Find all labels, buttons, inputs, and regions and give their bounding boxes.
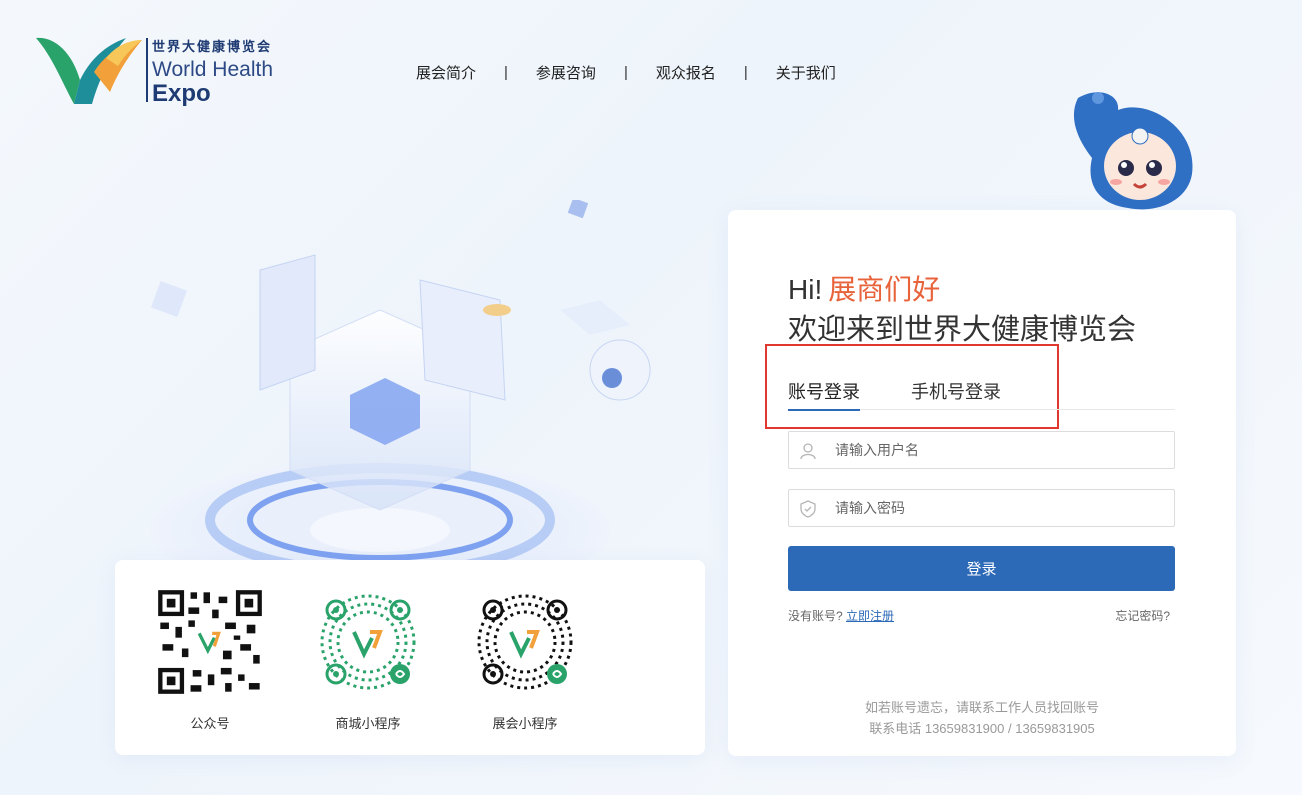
- nav-item-about-expo[interactable]: 展会简介: [416, 62, 476, 83]
- qr-item-expo-miniprogram: 展会小程序: [470, 588, 580, 732]
- logo-divider: [146, 38, 148, 102]
- world-health-expo-logo-icon: [36, 37, 142, 104]
- qr-label-mall-miniprogram: 商城小程序: [335, 716, 401, 731]
- login-button[interactable]: 登录: [788, 546, 1175, 591]
- qr-label-official-account: 公众号: [190, 716, 230, 731]
- tab-account-login[interactable]: 账号登录: [788, 378, 860, 411]
- brand-name-en-line1: World Health: [152, 58, 273, 81]
- qr-code-mall-miniprogram[interactable]: [314, 588, 422, 696]
- login-tabs: 账号登录 手机号登录: [788, 378, 1175, 411]
- qr-item-official-account: 公众号: [155, 588, 265, 732]
- nav-separator: |: [623, 64, 628, 81]
- password-input[interactable]: [835, 490, 1165, 526]
- username-field: [788, 431, 1175, 469]
- qr-item-mall-miniprogram: 商城小程序: [313, 588, 423, 732]
- user-icon: [800, 443, 816, 460]
- nav-item-about-us[interactable]: 关于我们: [776, 62, 836, 83]
- logo-text: 世界大健康博览会 World Health Expo: [152, 30, 273, 107]
- register-link[interactable]: 立即注册: [846, 609, 894, 623]
- nav-item-exhibitor-consult[interactable]: 参展咨询: [536, 62, 596, 83]
- login-panel: Hi!展商们好 欢迎来到世界大健康博览会 账号登录 手机号登录 登录 没有账号?…: [728, 210, 1236, 756]
- tab-phone-login[interactable]: 手机号登录: [911, 378, 1001, 410]
- qr-code-panel: 公众号 商城小程序 展会小程序: [115, 560, 705, 755]
- contact-phone: 联系电话 13659831900 / 13659831905: [869, 721, 1095, 736]
- nav-separator: |: [743, 64, 748, 81]
- qr-label-expo-miniprogram: 展会小程序: [492, 716, 558, 731]
- password-field: [788, 489, 1175, 527]
- greeting-line: Hi! 展商们好: [788, 268, 940, 308]
- qr-code-official-account[interactable]: [156, 588, 264, 696]
- register-line: 没有账号? 立即注册: [788, 607, 894, 624]
- brand-logo[interactable]: 世界大健康博览会 World Health Expo: [34, 30, 304, 110]
- greeting-exhibitors: 展商们好: [828, 274, 941, 305]
- shield-icon: [800, 500, 816, 518]
- top-nav: 展会简介 | 参展咨询 | 观众报名 | 关于我们: [416, 62, 836, 83]
- nav-item-visitor-register[interactable]: 观众报名: [656, 62, 716, 83]
- username-input[interactable]: [835, 432, 1165, 468]
- mascot-image: [1073, 92, 1193, 210]
- brand-name-en-line2: Expo: [152, 80, 211, 107]
- account-recovery-note: 如若账号遗忘，请联系工作人员找回账号: [864, 700, 1099, 715]
- nav-separator: |: [504, 64, 508, 81]
- hero-illustration: [150, 200, 651, 580]
- no-account-text: 没有账号?: [788, 609, 843, 623]
- forgot-password-link[interactable]: 忘记密码?: [1115, 607, 1170, 624]
- welcome-title: 欢迎来到世界大健康博览会: [788, 314, 1137, 346]
- qr-code-expo-miniprogram[interactable]: [471, 588, 579, 696]
- brand-name-cn: 世界大健康博览会: [152, 39, 273, 54]
- greeting-hi: Hi!: [788, 274, 823, 305]
